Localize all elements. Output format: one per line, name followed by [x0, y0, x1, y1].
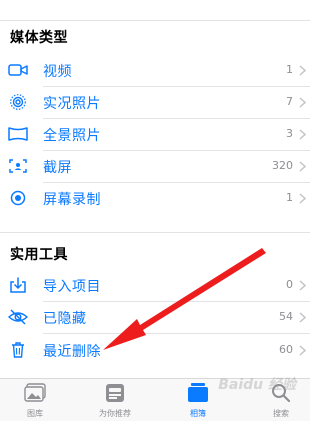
eye-slash-icon [8, 309, 28, 325]
list-item-count: 1 [286, 191, 293, 204]
panorama-icon [8, 127, 28, 141]
list-item-imports[interactable]: 导入项目 0 [0, 269, 310, 301]
list-item-screen-recordings[interactable]: 屏幕录制 1 [0, 182, 310, 214]
list-item-label: 导入项目 [43, 279, 101, 295]
list-item-panoramas[interactable]: 全景照片 3 [0, 118, 310, 150]
section-title-media-types: 媒体类型 [10, 30, 68, 46]
chevron-right-icon [299, 312, 306, 323]
tab-label: 为你推荐 [99, 409, 131, 418]
chevron-right-icon [299, 129, 306, 140]
albums-icon [188, 383, 208, 402]
watermark-text: Baidu 经验 [218, 377, 296, 393]
chevron-right-icon [299, 161, 306, 172]
tab-library[interactable]: 图库 [4, 379, 66, 421]
chevron-right-icon [299, 97, 306, 108]
tab-label: 相簿 [190, 409, 206, 418]
list-item-label: 实况照片 [43, 96, 101, 112]
list-item-count: 1 [286, 63, 293, 76]
chevron-right-icon [299, 193, 306, 204]
list-item-label: 屏幕录制 [43, 192, 101, 208]
list-item-label: 最近删除 [43, 344, 101, 360]
screenshot-icon [9, 159, 27, 173]
list-item-label: 已隐藏 [43, 311, 87, 327]
list-item-recently-deleted[interactable]: 最近删除 60 [0, 334, 310, 366]
list-item-count: 0 [286, 278, 293, 291]
chevron-right-icon [299, 65, 306, 76]
photo-library-icon [24, 383, 46, 402]
list-item-count: 54 [279, 310, 293, 323]
list-item-videos[interactable]: 视频 1 [0, 54, 310, 86]
chevron-right-icon [299, 345, 306, 356]
video-camera-icon [8, 64, 28, 76]
live-photo-icon [10, 94, 26, 110]
section-title-utilities: 实用工具 [10, 247, 68, 263]
import-tray-icon [10, 277, 26, 293]
chevron-right-icon [299, 280, 306, 291]
list-item-count: 60 [279, 343, 293, 356]
trash-icon [12, 342, 24, 358]
for-you-icon [106, 384, 124, 402]
section-divider [0, 232, 310, 233]
list-item-screenshots[interactable]: 截屏 320 [0, 150, 310, 182]
list-item-label: 截屏 [43, 160, 72, 176]
tab-label: 搜索 [273, 409, 289, 418]
list-item-count: 7 [286, 95, 293, 108]
list-item-count: 3 [286, 127, 293, 140]
top-divider [0, 20, 310, 21]
tab-for-you[interactable]: 为你推荐 [84, 379, 146, 421]
list-item-label: 全景照片 [43, 128, 101, 144]
screen-recording-icon [10, 190, 26, 206]
list-item-label: 视频 [43, 64, 72, 80]
list-item-count: 320 [272, 159, 293, 172]
tab-label: 图库 [27, 409, 43, 418]
list-item-live-photos[interactable]: 实况照片 7 [0, 86, 310, 118]
list-item-hidden[interactable]: 已隐藏 54 [0, 301, 310, 333]
